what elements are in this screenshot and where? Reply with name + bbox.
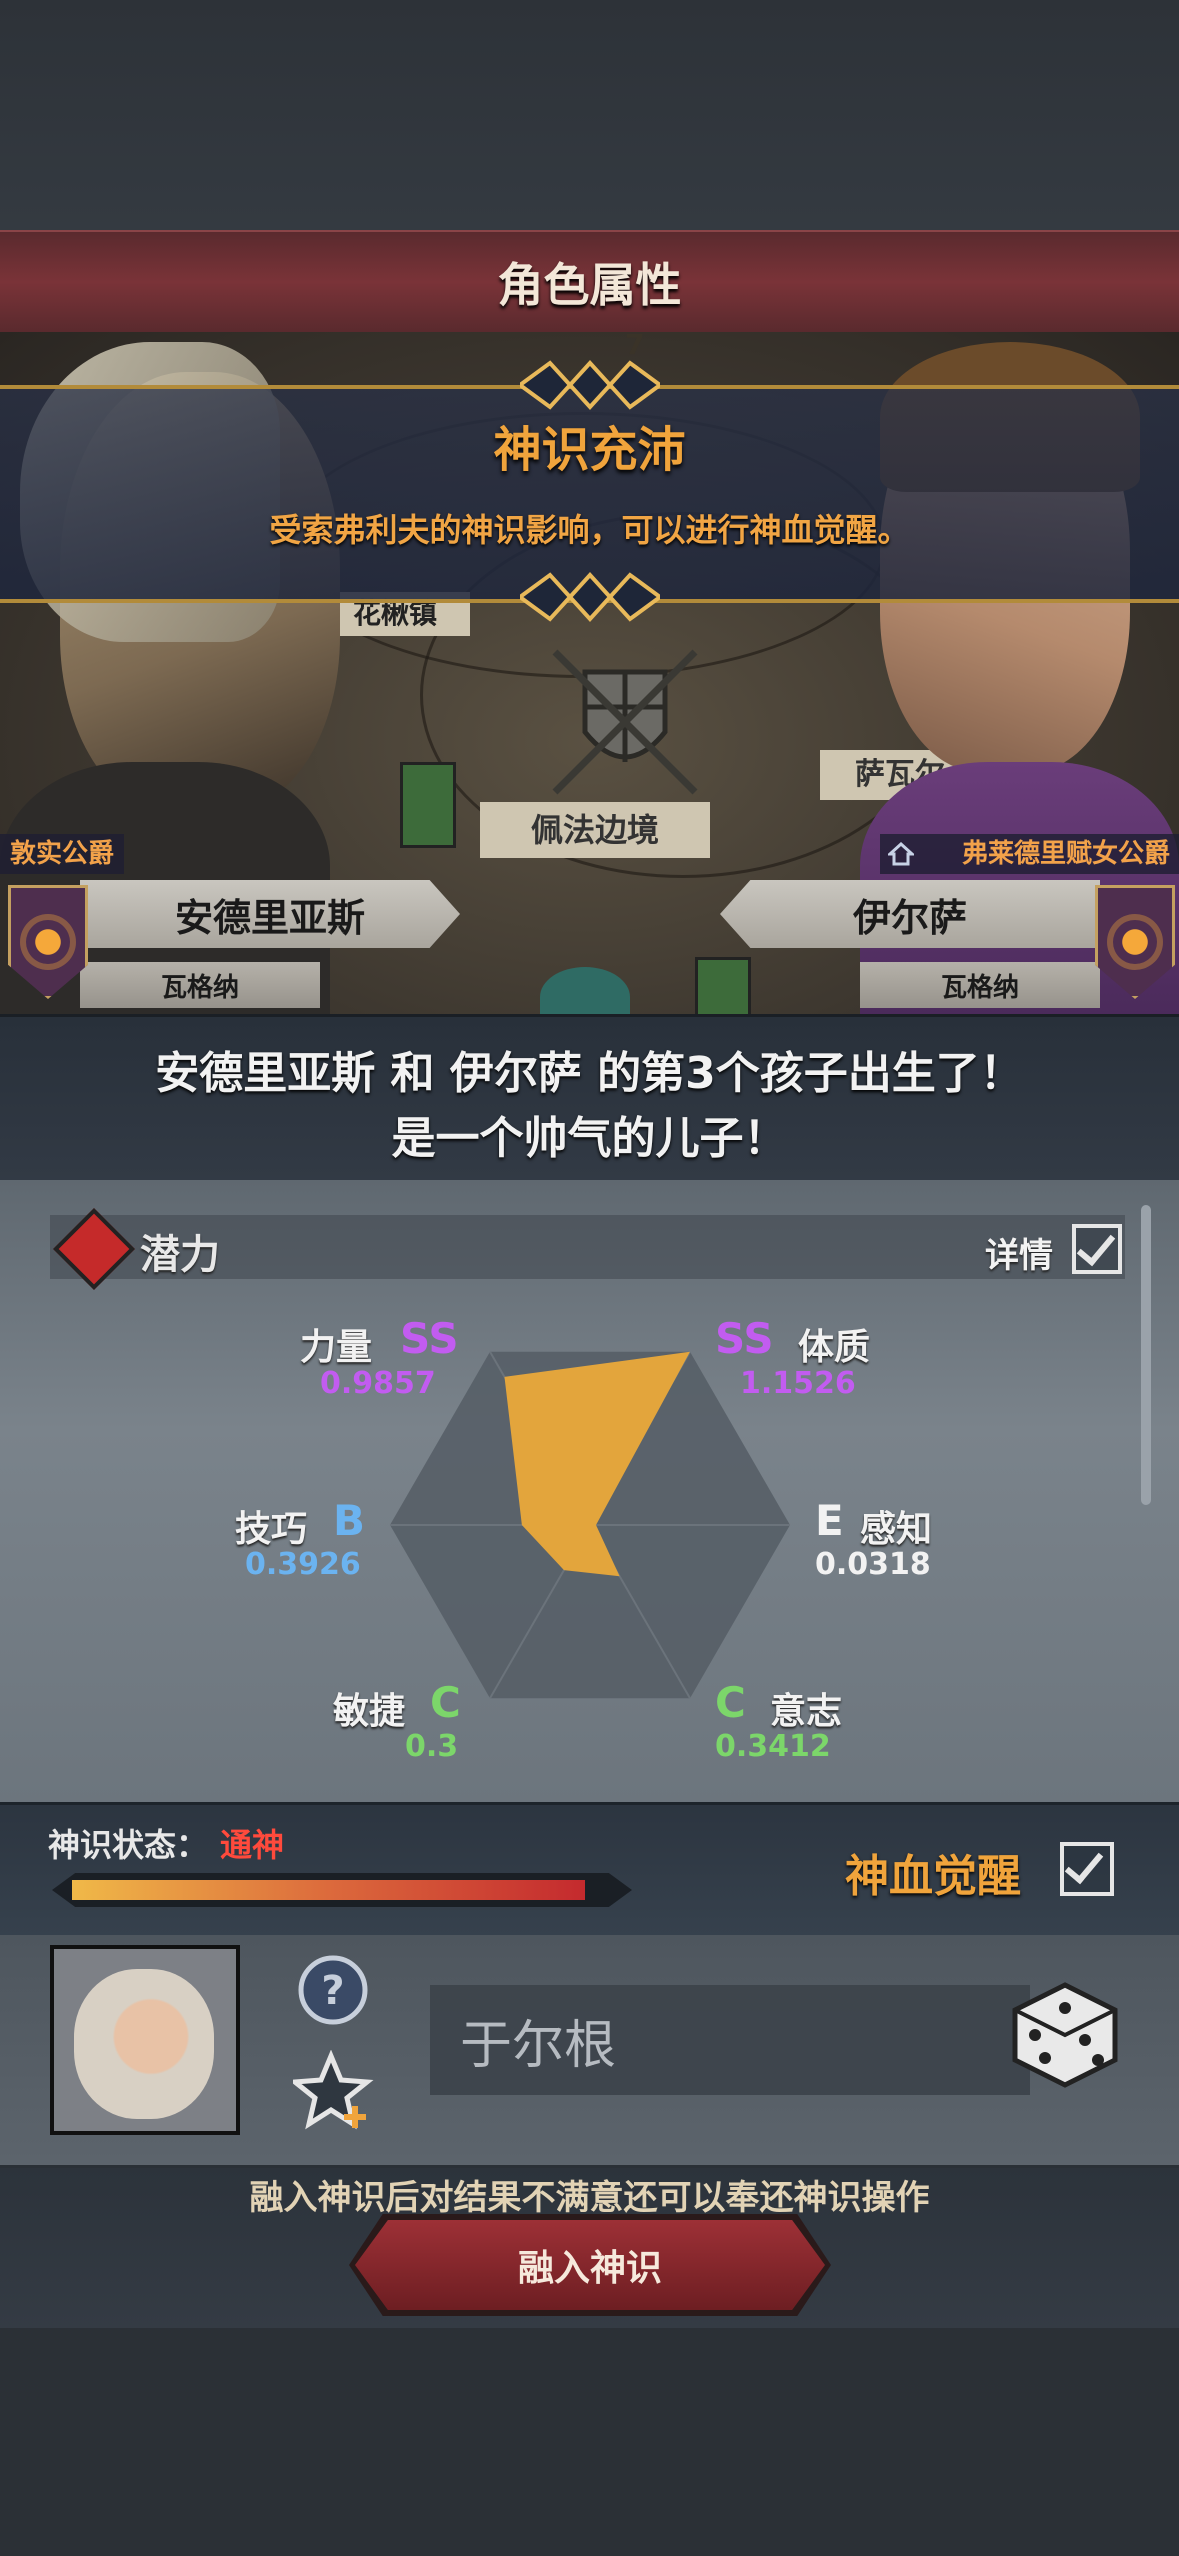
map-number: 7 — [625, 332, 645, 361]
attr-perception-grade: E — [815, 1496, 844, 1545]
home-icon — [888, 842, 914, 866]
map-label-center: 佩法边境 — [480, 802, 710, 858]
fuse-hint: 融入神识后对结果不满意还可以奉还神识操作 — [249, 2178, 930, 2218]
attr-skill-label: 技巧 — [235, 1509, 308, 1550]
attr-constitution-grade: SS — [715, 1314, 774, 1363]
potential-title: 潜力 — [140, 1232, 220, 1278]
divine-status-label: 神识状态： — [48, 1826, 209, 1864]
attr-perception-label: 感知 — [860, 1509, 933, 1550]
bottom-background — [0, 2328, 1179, 2556]
castle-crest-icon — [552, 649, 698, 795]
title-bar: 角色属性 — [0, 230, 1179, 334]
sun-emblem-icon — [1113, 920, 1157, 964]
attr-constitution-value: 1.1526 — [740, 1366, 856, 1401]
birth-message-line1: 安德里亚斯 和 伊尔萨 的第3个孩子出生了！ — [155, 1048, 1024, 1099]
ornament-top-icon — [520, 360, 660, 410]
top-background — [0, 0, 1179, 230]
attr-agility-grade: C — [430, 1678, 461, 1727]
attr-skill-value: 0.3926 — [245, 1547, 361, 1582]
potential-icon — [52, 1207, 136, 1291]
sun-emblem-icon — [26, 920, 70, 964]
tree-banner-icon — [695, 957, 751, 1014]
awaken-label: 神血觉醒 — [845, 1851, 1021, 1902]
attr-constitution-label: 体质 — [798, 1327, 871, 1368]
father-name: 安德里亚斯 — [80, 880, 460, 948]
divine-status-value: 通神 — [220, 1826, 285, 1864]
star-plus-icon[interactable] — [293, 2050, 375, 2130]
tree-banner-icon — [400, 762, 456, 848]
child-portrait[interactable] — [50, 1945, 240, 2135]
banner-title: 神识充沛 — [493, 422, 686, 478]
question-icon[interactable]: ? — [295, 1952, 371, 2028]
divine-progress-fill — [72, 1880, 585, 1900]
mother-house: 瓦格纳 — [860, 962, 1100, 1008]
father-house: 瓦格纳 — [80, 962, 320, 1008]
details-label: 详情 — [985, 1236, 1053, 1276]
attr-perception-value: 0.0318 — [815, 1547, 931, 1582]
fortress-icon — [540, 967, 630, 1014]
father-title: 敦实公爵 — [0, 834, 125, 874]
attr-skill-grade: B — [333, 1496, 366, 1545]
attr-will-value: 0.3412 — [715, 1729, 831, 1764]
dice-icon[interactable] — [1010, 1980, 1120, 2090]
details-checkbox[interactable] — [1072, 1224, 1122, 1274]
mother-name: 伊尔萨 — [720, 880, 1100, 948]
birth-message-bar: 安德里亚斯 和 伊尔萨 的第3个孩子出生了！ 是一个帅气的儿子！ — [0, 1014, 1179, 1184]
attr-strength-label: 力量 — [300, 1327, 373, 1368]
fuse-divine-button[interactable]: 融入神识 — [355, 2220, 825, 2310]
page-title: 角色属性 — [497, 258, 682, 312]
attr-agility-value: 0.3 — [405, 1729, 459, 1764]
svg-text:?: ? — [321, 1968, 344, 2014]
ornament-bottom-icon — [520, 572, 660, 622]
awaken-checkbox[interactable] — [1060, 1842, 1114, 1896]
attr-strength-value: 0.9857 — [320, 1366, 436, 1401]
attr-agility-label: 敏捷 — [333, 1691, 406, 1732]
child-name-input[interactable] — [430, 1985, 1030, 2095]
attr-strength-grade: SS — [400, 1314, 459, 1363]
attr-will-label: 意志 — [770, 1691, 843, 1732]
birth-message-line2: 是一个帅气的儿子！ — [391, 1113, 788, 1164]
attr-will-grade: C — [715, 1678, 746, 1727]
mother-title: 弗莱德里赋女公爵 — [880, 834, 1179, 874]
scrollbar[interactable] — [1141, 1205, 1151, 1505]
banner-subtitle: 受索弗利夫的神识影响，可以进行神血觉醒。 — [269, 511, 910, 549]
